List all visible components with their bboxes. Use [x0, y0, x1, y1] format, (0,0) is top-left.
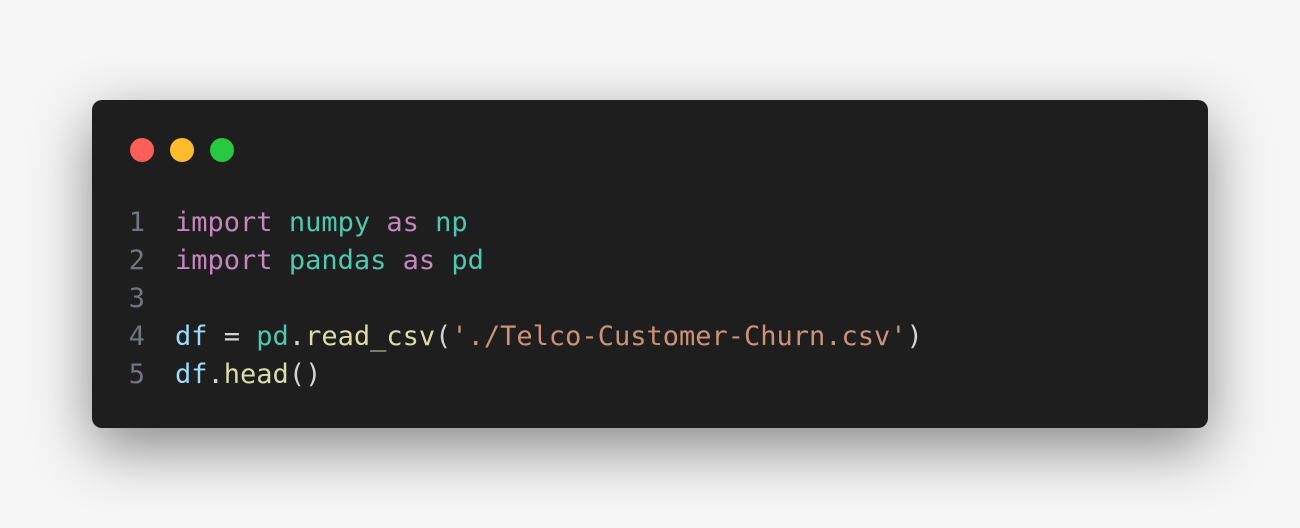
code-line: 3 — [92, 280, 923, 318]
code-token: df — [175, 321, 208, 352]
code-window: 1 import numpy as np 2 import pandas as pd 3… — [92, 100, 1208, 428]
line-number: 5 — [128, 359, 145, 390]
line-content: import numpy as np — [175, 204, 468, 242]
line-content: df = pd.read_csv('./Telco-Customer-Churn… — [175, 318, 923, 356]
code-token: as — [402, 245, 436, 276]
code-token: head — [223, 359, 289, 390]
code-token: numpy — [288, 207, 371, 238]
code-token: ) — [906, 321, 923, 352]
code-token: () — [288, 359, 322, 390]
code-line: 1 import numpy as np — [92, 204, 923, 242]
line-content: df.head() — [175, 356, 321, 394]
line-content: import pandas as pd — [175, 242, 484, 280]
code-token: pd — [451, 245, 484, 276]
code-line: 5 df.head() — [92, 356, 923, 394]
line-number: 2 — [128, 245, 145, 276]
maximize-button[interactable] — [210, 138, 234, 162]
code-line: 2 import pandas as pd — [92, 242, 923, 280]
close-button[interactable] — [130, 138, 154, 162]
code-token: df — [175, 359, 208, 390]
code-token: as — [386, 207, 419, 238]
line-number: 1 — [128, 207, 145, 238]
minimize-button[interactable] — [170, 138, 194, 162]
code-token: . — [288, 321, 306, 352]
line-number: 4 — [128, 321, 145, 352]
code-token: pandas — [288, 245, 387, 276]
code-token: . — [207, 359, 224, 390]
code-token: pd — [256, 321, 289, 352]
code-line: 4 df = pd.read_csv('./Telco-Customer-Chur… — [92, 318, 923, 356]
code-token: ( — [435, 321, 452, 352]
code-token: import — [175, 207, 273, 238]
code-token: read_csv — [305, 321, 436, 352]
code-token: './Telco-Customer-Churn.csv' — [451, 321, 907, 352]
code-block: 1 import numpy as np 2 import pandas as pd 3… — [92, 204, 923, 394]
code-token: import — [175, 245, 273, 276]
code-token: = — [207, 321, 257, 352]
line-number: 3 — [128, 283, 145, 314]
code-token: np — [435, 207, 468, 238]
